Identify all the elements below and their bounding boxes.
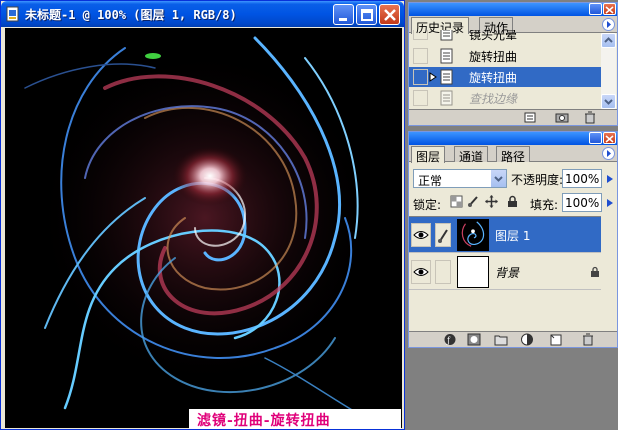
history-bottom-bar — [409, 109, 617, 125]
maximize-icon — [361, 9, 373, 21]
new-group-folder-icon[interactable] — [494, 333, 508, 346]
history-state-slider-icon[interactable] — [429, 72, 437, 82]
history-item-current[interactable]: 旋转扭曲 — [409, 67, 602, 87]
layer-thumbnail-twirl — [457, 219, 489, 251]
history-source-toggle[interactable] — [413, 48, 428, 64]
brush-icon — [438, 229, 448, 243]
document-window: 未标题-1 @ 100% (图层 1, RGB/8) 滤镜-扭曲-旋转扭曲 — [0, 0, 405, 430]
history-item[interactable]: 查找边缘 — [409, 88, 602, 108]
history-source-toggle[interactable] — [413, 69, 428, 85]
menu-arrow-icon — [607, 21, 611, 28]
workspace-background — [405, 349, 618, 430]
history-panel-menu-button[interactable] — [602, 18, 615, 31]
scroll-up-button[interactable] — [601, 33, 616, 48]
layers-list: 图层 1 背景 — [409, 216, 603, 330]
history-item[interactable]: 旋转扭曲 — [409, 46, 602, 66]
history-item-label: 查找边缘 — [469, 92, 518, 106]
history-panel: 历史记录 动作 镜头光晕 旋转扭曲 旋转扭曲 查找边缘 — [408, 2, 618, 126]
layer-name[interactable]: 图层 1 — [495, 227, 530, 244]
close-icon — [605, 135, 614, 143]
visibility-eye-icon[interactable] — [411, 223, 431, 247]
close-icon — [605, 6, 614, 14]
layers-panel-menu-button[interactable] — [602, 147, 615, 160]
opacity-input[interactable]: 100% — [562, 169, 602, 188]
layers-panel: 图层 通道 路径 正常 不透明度: 100% 锁定: 填充: 100% 图层 1… — [408, 131, 618, 348]
lock-label: 锁定: — [413, 198, 442, 212]
opacity-slider-arrow-icon[interactable] — [605, 174, 615, 184]
padlock-icon — [591, 266, 599, 277]
layers-close-button[interactable] — [603, 132, 616, 144]
document-titlebar[interactable]: 未标题-1 @ 100% (图层 1, RGB/8) — [1, 1, 404, 27]
opacity-label: 不透明度: — [511, 173, 564, 187]
tab-paths[interactable]: 路径 — [496, 146, 531, 164]
minimize-button[interactable] — [333, 4, 354, 25]
new-document-from-state-icon[interactable] — [523, 111, 537, 124]
blend-mode-value: 正常 — [418, 174, 443, 188]
scroll-down-button[interactable] — [601, 94, 616, 109]
caption-text: 滤镜-扭曲-旋转扭曲 — [197, 413, 331, 429]
history-item-label: 旋转扭曲 — [469, 50, 518, 64]
tab-layers[interactable]: 图层 — [411, 146, 446, 164]
fill-input[interactable]: 100% — [562, 193, 602, 212]
twirl-artwork — [5, 28, 402, 428]
layer-link-cell[interactable] — [435, 223, 451, 247]
layer-row-layer1[interactable]: 图层 1 — [409, 217, 603, 253]
layer-name[interactable]: 背景 — [495, 264, 519, 281]
history-state-icon — [440, 90, 453, 106]
layers-panel-titlebar[interactable] — [409, 132, 617, 145]
lock-position-move-icon[interactable] — [485, 195, 498, 208]
chevron-down-icon — [494, 176, 503, 182]
layer-style-fx-icon[interactable]: ƒ — [443, 333, 457, 346]
chevron-down-icon — [604, 99, 613, 105]
layer-link-cell[interactable] — [435, 260, 451, 284]
snapshot-camera-icon[interactable] — [555, 111, 569, 124]
history-close-button[interactable] — [603, 3, 616, 15]
history-item[interactable]: 镜头光晕 — [409, 30, 602, 42]
visibility-eye-icon[interactable] — [411, 260, 431, 284]
lock-image-pixels-brush-icon[interactable] — [467, 195, 480, 208]
history-scrollbar[interactable] — [601, 33, 616, 109]
trash-icon[interactable] — [581, 333, 595, 346]
layers-minimize-button[interactable] — [589, 132, 602, 144]
history-panel-titlebar[interactable] — [409, 3, 617, 16]
history-item-label: 旋转扭曲 — [469, 71, 518, 85]
history-source-toggle[interactable] — [413, 90, 428, 106]
history-state-icon — [440, 48, 453, 64]
fill-value: 100% — [565, 196, 600, 210]
layer-thumbnail-white — [457, 256, 489, 288]
chevron-up-icon — [604, 37, 613, 43]
layer-row-background[interactable]: 背景 — [409, 254, 603, 290]
maximize-button[interactable] — [356, 4, 377, 25]
history-minimize-button[interactable] — [589, 3, 602, 15]
blend-mode-select[interactable]: 正常 — [413, 169, 507, 188]
history-item-label: 镜头光晕 — [469, 30, 518, 42]
layers-bottom-bar: ƒ — [409, 331, 617, 347]
image-canvas[interactable] — [5, 28, 402, 428]
history-state-icon — [440, 30, 453, 41]
lock-all-icon[interactable] — [506, 195, 519, 208]
fill-label: 填充: — [530, 198, 559, 212]
history-source-toggle[interactable] — [413, 30, 428, 40]
new-layer-icon[interactable] — [549, 333, 563, 346]
add-layer-mask-icon[interactable] — [467, 333, 481, 346]
trash-icon[interactable] — [583, 111, 597, 124]
layers-scrollbar[interactable] — [601, 216, 616, 330]
blend-mode-dropdown-button[interactable] — [490, 170, 506, 187]
menu-arrow-icon — [607, 150, 611, 157]
adjustment-layer-icon[interactable] — [520, 333, 534, 346]
tab-channels[interactable]: 通道 — [454, 146, 489, 164]
lock-transparent-pixels-icon[interactable] — [450, 195, 463, 208]
close-button[interactable] — [379, 4, 400, 25]
history-state-icon — [440, 69, 453, 85]
opacity-value: 100% — [565, 172, 600, 186]
document-title: 未标题-1 @ 100% (图层 1, RGB/8) — [25, 8, 237, 22]
caption-banner: 滤镜-扭曲-旋转扭曲 — [189, 409, 401, 429]
photoshop-document-icon — [6, 6, 19, 22]
close-icon — [384, 9, 396, 21]
fill-slider-arrow-icon[interactable] — [605, 198, 615, 208]
layers-tabs: 图层 通道 路径 — [409, 145, 617, 164]
minimize-icon — [339, 18, 347, 21]
